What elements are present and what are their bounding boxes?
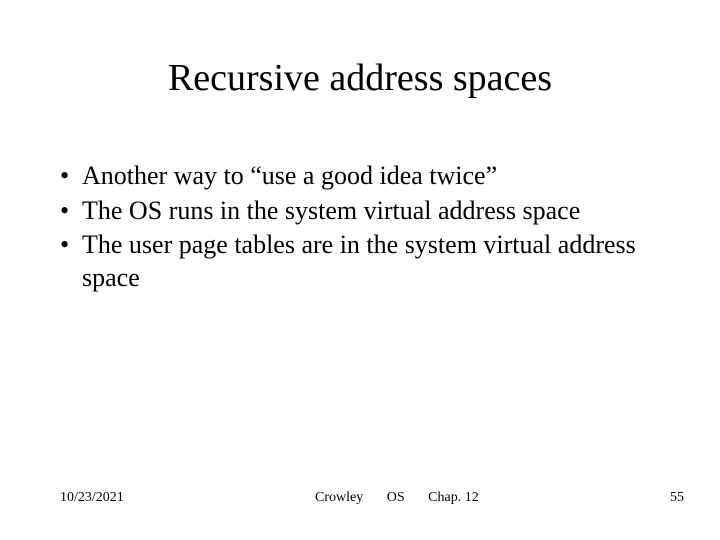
slide-body: Another way to “use a good idea twice” T… bbox=[60, 160, 660, 296]
list-item: The OS runs in the system virtual addres… bbox=[60, 195, 660, 228]
footer-course: OS bbox=[377, 490, 415, 506]
footer-center: Crowley OS Chap. 12 bbox=[124, 490, 670, 506]
footer-page-number: 55 bbox=[670, 490, 684, 506]
bullet-list: Another way to “use a good idea twice” T… bbox=[60, 160, 660, 294]
footer-date: 10/23/2021 bbox=[60, 490, 124, 506]
list-item: Another way to “use a good idea twice” bbox=[60, 160, 660, 193]
slide: Recursive address spaces Another way to … bbox=[0, 0, 720, 540]
footer-chapter: Chap. 12 bbox=[418, 490, 489, 506]
list-item: The user page tables are in the system v… bbox=[60, 229, 660, 294]
slide-title: Recursive address spaces bbox=[0, 56, 720, 100]
slide-footer: 10/23/2021 Crowley OS Chap. 12 55 bbox=[60, 490, 684, 506]
footer-author: Crowley bbox=[305, 490, 373, 506]
